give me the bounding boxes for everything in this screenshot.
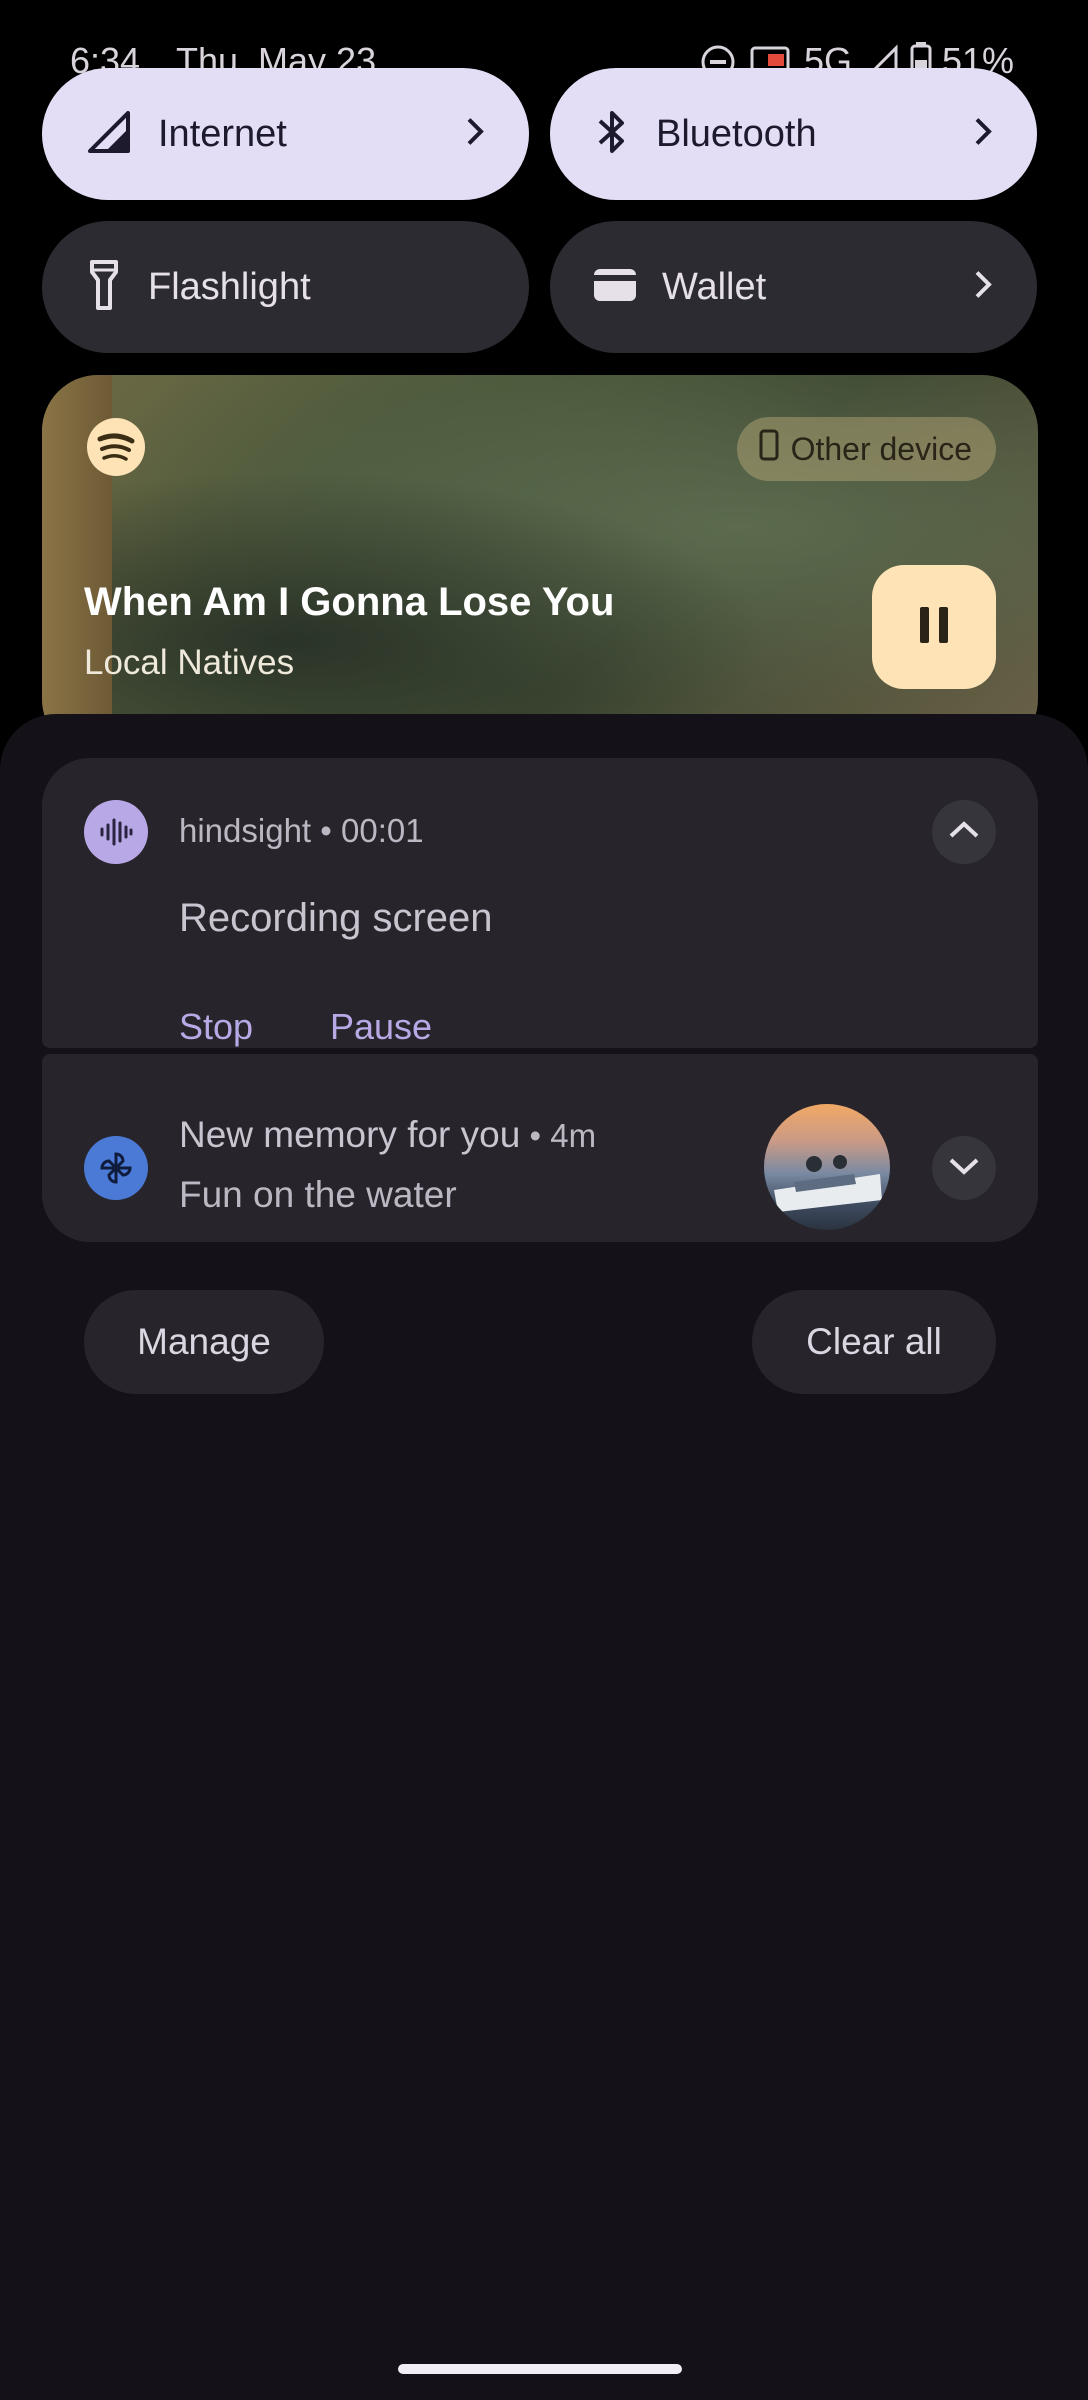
output-device-label: Other device: [790, 430, 972, 467]
notification-heading: New memory for you • 4m: [179, 1114, 596, 1156]
notification-title: Recording screen: [179, 896, 493, 940]
expand-button[interactable]: [932, 1136, 996, 1200]
media-player-card[interactable]: Other device When Am I Gonna Lose You Lo…: [42, 375, 1038, 755]
home-indicator[interactable]: [398, 2364, 682, 2374]
chevron-right-icon: [973, 269, 993, 306]
chevron-up-icon: [947, 820, 981, 845]
tile-bluetooth[interactable]: Bluetooth: [550, 68, 1037, 200]
tile-label: Flashlight: [148, 265, 311, 308]
collapse-button[interactable]: [932, 800, 996, 864]
pause-button[interactable]: [872, 565, 996, 689]
pause-icon: [916, 605, 952, 650]
tile-flashlight[interactable]: Flashlight: [42, 221, 529, 353]
notification-recording[interactable]: hindsight • 00:01 Recording screen Stop …: [42, 758, 1038, 1048]
tile-wallet[interactable]: Wallet: [550, 221, 1037, 353]
chevron-right-icon: [465, 116, 485, 153]
tile-label: Wallet: [662, 265, 767, 308]
memory-thumbnail: [764, 1104, 890, 1230]
notification-text: Fun on the water: [179, 1174, 457, 1215]
pinwheel-icon: [84, 1136, 148, 1200]
clear-all-button[interactable]: Clear all: [752, 1290, 996, 1394]
song-title: When Am I Gonna Lose You: [84, 580, 615, 624]
flashlight-icon: [84, 258, 124, 317]
meta-separator: •: [320, 812, 342, 849]
notification-meta: hindsight • 00:01: [179, 812, 424, 850]
pause-recording-button[interactable]: Pause: [330, 1006, 432, 1048]
notification-time: 00:01: [341, 812, 424, 849]
phone-icon: [759, 429, 779, 469]
song-artist: Local Natives: [84, 643, 295, 682]
tile-label: Bluetooth: [656, 112, 817, 155]
spotify-icon: [86, 417, 146, 482]
output-device-chip[interactable]: Other device: [736, 417, 996, 481]
chevron-right-icon: [973, 116, 993, 153]
notification-memory[interactable]: New memory for you • 4m Fun on the water: [42, 1054, 1038, 1242]
sound-wave-icon: [84, 800, 148, 864]
signal-icon: [84, 107, 134, 162]
notification-app-name: hindsight: [179, 812, 312, 849]
chevron-down-icon: [947, 1156, 981, 1181]
bluetooth-icon: [592, 107, 632, 162]
stop-button[interactable]: Stop: [179, 1006, 253, 1048]
meta-separator: •: [529, 1117, 551, 1154]
notification-time: 4m: [550, 1117, 597, 1154]
tile-internet[interactable]: Internet: [42, 68, 529, 200]
notification-title: New memory for you: [179, 1114, 521, 1155]
tile-label: Internet: [158, 112, 287, 155]
manage-button[interactable]: Manage: [84, 1290, 324, 1394]
wallet-icon: [592, 265, 638, 310]
